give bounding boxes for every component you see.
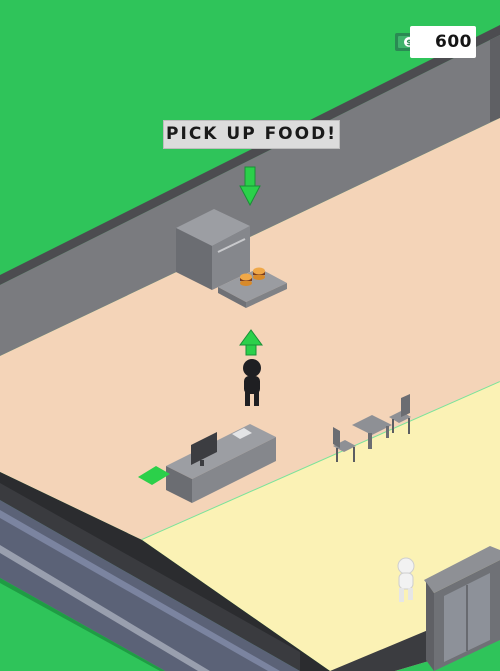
burger-icon[interactable] xyxy=(253,267,265,281)
game-scene xyxy=(0,0,500,671)
burger-icon[interactable] xyxy=(240,273,252,287)
money-counter: $ 600 xyxy=(394,26,500,58)
objective-banner: PICK UP FOOD! xyxy=(163,120,340,149)
money-value: 600 xyxy=(435,32,472,52)
